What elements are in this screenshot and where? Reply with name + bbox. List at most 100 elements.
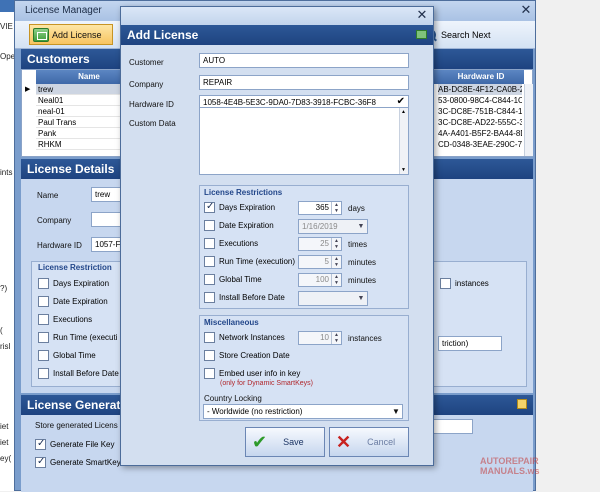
table-row[interactable]: RHKM	[36, 139, 126, 150]
name-field[interactable]: trew	[91, 187, 121, 202]
date-expiration-checkbox[interactable]	[204, 220, 215, 231]
checkbox[interactable]	[38, 278, 49, 289]
global-time-checkbox[interactable]	[204, 274, 215, 285]
install-before-date-picker[interactable]: ▼	[298, 291, 368, 306]
stepper-arrows-icon[interactable]: ▲ ▼	[331, 274, 341, 286]
checkbox[interactable]	[38, 350, 49, 361]
days-expiration-checkbox[interactable]	[204, 201, 215, 213]
network-instances-row: Network Instances	[204, 332, 285, 343]
store-path-field[interactable]	[433, 419, 473, 434]
hardware-id-value: 1058-4E4B-5E3C-9DA0-7D83-3918-FCBC-36F8	[203, 98, 376, 107]
stepper-arrows-icon[interactable]: ▲ ▼	[331, 238, 341, 250]
executions-checkbox[interactable]: Executions	[38, 314, 92, 325]
table-row[interactable]: Pank	[36, 128, 126, 139]
checkbox[interactable]	[38, 368, 49, 379]
checkbox[interactable]	[35, 438, 46, 450]
run-time-stepper[interactable]: 5 ▲ ▼	[298, 255, 342, 269]
table-cell-hardware-id[interactable]: 53-0800-98C4-C844-1C	[438, 95, 522, 106]
days-expiration-label: Days Expiration	[219, 203, 276, 212]
search-next-label: Search Next	[441, 29, 491, 40]
install-before-date-label: Install Before Date	[219, 293, 285, 302]
add-license-button[interactable]: Add License	[29, 24, 113, 45]
checkbox[interactable]	[38, 314, 49, 325]
dialog-titlebar: ✕	[121, 7, 433, 25]
watermark-line1: AUTOREPAIR	[480, 456, 539, 466]
vertical-scrollbar[interactable]: ▲ ▼	[399, 108, 408, 174]
country-locking-label: Country Locking	[204, 394, 262, 403]
save-button[interactable]: ✔ Save	[245, 427, 325, 457]
checkbox-label: Run Time (executi	[53, 333, 118, 342]
global-time-label: Global Time	[219, 275, 262, 284]
network-instances-checkbox[interactable]	[204, 332, 215, 343]
checkbox[interactable]	[38, 332, 49, 343]
license-icon	[416, 30, 427, 39]
custom-data-textarea[interactable]: ▲ ▼	[199, 107, 409, 175]
country-locking-select[interactable]: - Worldwide (no restriction) ▼	[203, 404, 403, 419]
check-icon: ✔	[396, 96, 405, 107]
company-field[interactable]	[91, 212, 121, 227]
company-field[interactable]: REPAIR	[199, 75, 409, 90]
checkbox[interactable]	[38, 296, 49, 307]
checkbox-label: Executions	[53, 315, 93, 324]
x-icon: ✕	[336, 432, 352, 452]
days-expiration-checkbox[interactable]: Days Expiration	[38, 278, 109, 289]
network-instances-stepper[interactable]: 10 ▲ ▼	[298, 331, 342, 345]
chevron-down-icon[interactable]: ▼	[390, 405, 402, 418]
executions-stepper[interactable]: 25 ▲ ▼	[298, 237, 342, 251]
date-expiration-picker[interactable]: 1/16/2019 ▼	[298, 219, 368, 234]
global-time-stepper[interactable]: 100 ▲ ▼	[298, 273, 342, 287]
install-before-date-checkbox[interactable]	[204, 292, 215, 303]
embed-user-info-label: Embed user info in key	[219, 369, 301, 378]
instances-label: instances	[455, 279, 489, 288]
table-cell-hardware-id[interactable]: CD-0348-3EAE-290C-78	[438, 139, 522, 150]
table-row[interactable]: trew	[36, 84, 126, 95]
store-creation-date-checkbox[interactable]	[204, 350, 215, 361]
cancel-button[interactable]: ✕ Cancel	[329, 427, 409, 457]
watermark: AUTOREPAIR MANUALS.ws	[480, 456, 540, 476]
column-header-hardware-id[interactable]: Hardware ID	[438, 70, 524, 84]
stepper-arrows-icon[interactable]: ▲ ▼	[331, 332, 341, 344]
store-creation-date-label: Store Creation Date	[219, 351, 290, 360]
table-row[interactable]: neal-01	[36, 106, 126, 117]
table-row[interactable]: Neal01	[36, 95, 126, 106]
vertical-scrollbar[interactable]	[524, 84, 533, 156]
checkbox-label: Global Time	[53, 351, 96, 360]
generate-file-key-checkbox[interactable]: Generate File Key	[35, 438, 114, 450]
date-expiration-row: Date Expiration	[204, 220, 274, 231]
embed-user-info-checkbox[interactable]	[204, 368, 215, 379]
table-cell-hardware-id[interactable]: 3C-DC8E-751B-C844-1C	[438, 106, 522, 117]
checkbox-label: Generate SmartKey	[50, 458, 121, 467]
embed-user-info-row: Embed user info in key	[204, 368, 300, 379]
close-icon[interactable]: ✕	[415, 8, 429, 22]
country-locking-select[interactable]: triction)	[438, 336, 502, 351]
install-before-date-checkbox[interactable]: Install Before Date	[38, 368, 119, 379]
chevron-down-icon[interactable]: ▼	[355, 220, 367, 233]
global-time-checkbox[interactable]: Global Time	[38, 350, 96, 361]
table-cell-hardware-id[interactable]: 4A-A401-B5F2-BA44-8D	[438, 128, 522, 139]
scroll-up-icon[interactable]: ▲	[401, 109, 406, 115]
cancel-button-label: Cancel	[367, 437, 396, 447]
scroll-down-icon[interactable]: ▼	[401, 167, 406, 173]
checkbox[interactable]	[440, 278, 451, 289]
checkbox[interactable]	[35, 456, 46, 468]
stepper-arrows-icon[interactable]: ▲ ▼	[331, 202, 341, 214]
table-cell-hardware-id[interactable]: AB-DC8E-4F12-CA0B-26	[438, 84, 522, 95]
table-row[interactable]: Paul Trans	[36, 117, 126, 128]
search-next-button[interactable]: Search Next	[419, 24, 519, 45]
run-time-checkbox[interactable]	[204, 256, 215, 267]
stepper-arrows-icon[interactable]: ▲ ▼	[331, 256, 341, 268]
chevron-down-icon[interactable]: ▼	[355, 292, 367, 305]
customer-field[interactable]: AUTO	[199, 53, 409, 68]
save-button-label: Save	[283, 437, 304, 447]
date-expiration-checkbox[interactable]: Date Expiration	[38, 296, 108, 307]
hardware-id-field[interactable]: 1057-F2	[91, 237, 121, 252]
checkmark-icon: ✔	[252, 432, 268, 452]
table-cell-hardware-id[interactable]: 3C-DC8E-AD22-555C-3E	[438, 117, 522, 128]
generate-smartkey-checkbox[interactable]: Generate SmartKey	[35, 456, 121, 468]
run-time-checkbox[interactable]: Run Time (executi	[38, 332, 117, 343]
license-generation-title: License Generati	[27, 398, 124, 412]
close-icon[interactable]: ✕	[519, 3, 533, 17]
executions-checkbox[interactable]	[204, 238, 215, 249]
days-expiration-stepper[interactable]: 365 ▲ ▼	[298, 201, 342, 215]
license-restrictions-group: License Restrictions Days Expiration 365…	[199, 185, 409, 309]
